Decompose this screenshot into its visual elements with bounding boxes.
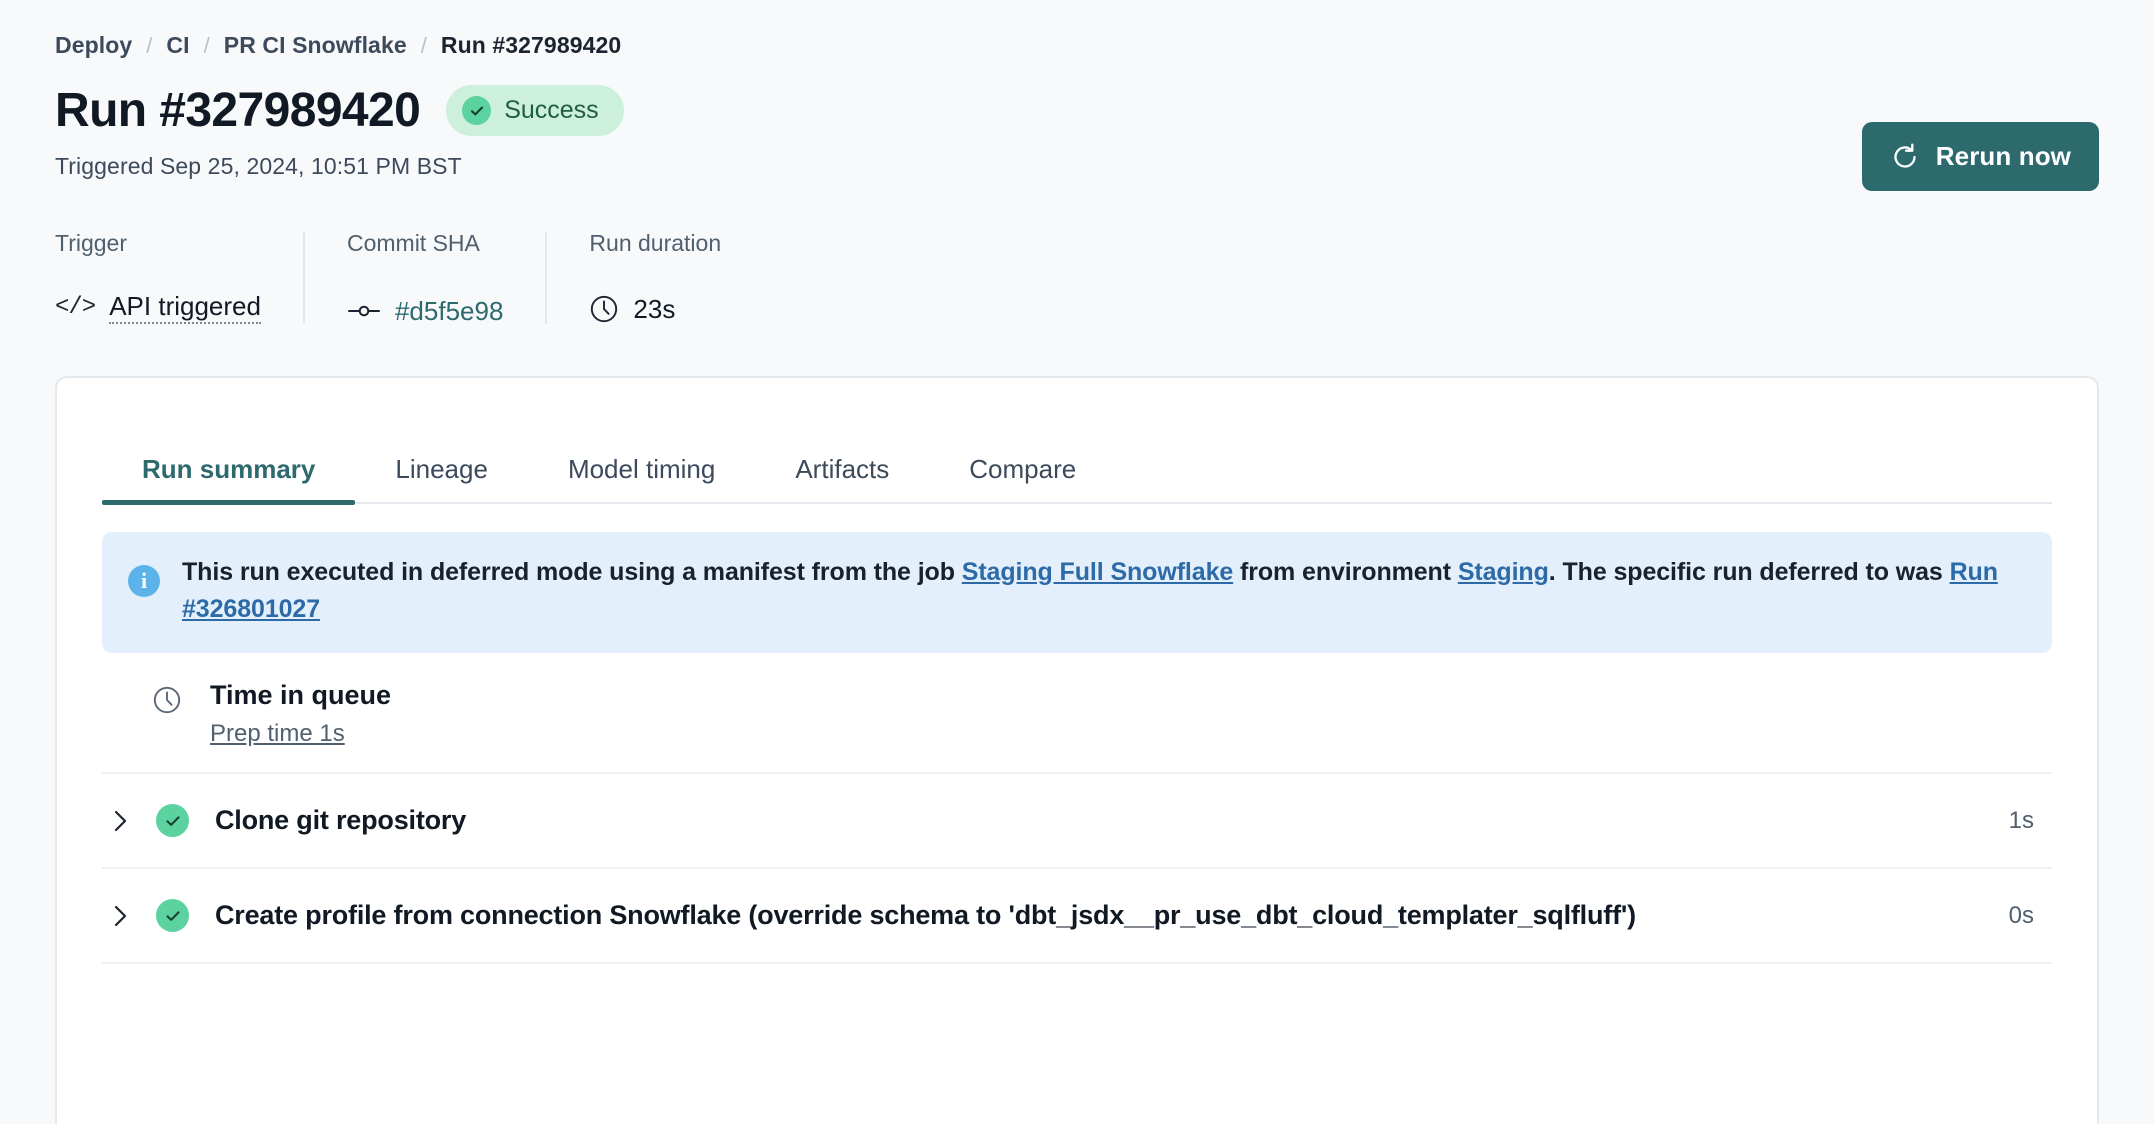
banner-link-4[interactable]: Staging <box>1458 558 1549 586</box>
time-in-queue-row: Time in queue Prep time 1s <box>102 653 2052 774</box>
info-icon: i <box>128 565 160 597</box>
run-stats: Trigger </> API triggered Commit SHA #d5f5e9… <box>55 232 2099 324</box>
stat-label: Trigger <box>55 232 261 255</box>
tab-model-timing[interactable]: Model timing <box>528 456 755 502</box>
breadcrumb-item-2[interactable]: CI <box>166 34 189 57</box>
step-list: Clone git repository 1s Create profile fro… <box>102 774 2052 964</box>
code-icon: </> <box>55 296 95 320</box>
status-badge-label: Success <box>504 98 598 123</box>
stat-value: </> API triggered <box>55 293 261 324</box>
triggered-timestamp: Triggered Sep 25, 2024, 10:51 PM BST <box>55 153 2099 180</box>
stat-value: #d5f5e98 <box>347 298 503 324</box>
commit-icon <box>347 300 381 322</box>
step-row[interactable]: Clone git repository 1s <box>102 774 2052 869</box>
stat-value: 23s <box>589 294 721 324</box>
deferred-mode-banner: i This run executed in deferred mode usi… <box>102 532 2052 653</box>
clock-icon <box>152 685 182 720</box>
tab-artifacts[interactable]: Artifacts <box>755 456 929 502</box>
rerun-icon <box>1890 142 1920 172</box>
breadcrumb-item-4: Run #327989420 <box>441 34 621 57</box>
breadcrumb-separator: / <box>204 35 210 57</box>
stat-label: Run duration <box>589 232 721 255</box>
page-title: Run #327989420 <box>55 85 420 137</box>
stat-value-text: 23s <box>633 296 675 322</box>
prep-time-link[interactable]: Prep time 1s <box>210 720 345 748</box>
tab-lineage[interactable]: Lineage <box>355 456 528 502</box>
chevron-right-icon[interactable] <box>102 903 156 929</box>
step-row[interactable]: Create profile from connection Snowflake… <box>102 869 2052 964</box>
success-check-icon <box>156 804 189 837</box>
rerun-now-button[interactable]: Rerun now <box>1862 122 2099 191</box>
rerun-now-label: Rerun now <box>1936 141 2071 172</box>
step-duration: 0s <box>2009 902 2052 930</box>
deferred-mode-banner-text: This run executed in deferred mode using… <box>182 554 2026 629</box>
banner-text-fragment: This run executed in deferred mode using… <box>182 558 962 586</box>
stat-label: Commit SHA <box>347 232 503 255</box>
tab-run-summary[interactable]: Run summary <box>102 456 355 502</box>
time-in-queue-title: Time in queue <box>210 679 391 711</box>
run-detail-page: Deploy / CI / PR CI Snowflake / Run #327989420… <box>0 0 2154 1124</box>
breadcrumb-separator: / <box>421 35 427 57</box>
stat-trigger: Trigger </> API triggered <box>55 232 303 324</box>
clock-icon <box>589 294 619 324</box>
banner-link-2[interactable]: Staging Full Snowflake <box>962 558 1233 586</box>
breadcrumb-item-1[interactable]: Deploy <box>55 34 132 57</box>
breadcrumb-separator: / <box>146 35 152 57</box>
stat-commit-sha: Commit SHA #d5f5e98 <box>303 232 545 324</box>
success-check-icon <box>462 96 491 125</box>
tab-bar: Run summaryLineageModel timingArtifactsC… <box>102 378 2052 504</box>
chevron-right-icon[interactable] <box>102 808 156 834</box>
page-title-row: Run #327989420 Success <box>55 85 2099 137</box>
status-badge: Success <box>446 85 623 136</box>
run-detail-card: Run summaryLineageModel timingArtifactsC… <box>55 376 2099 1124</box>
breadcrumb-item-3[interactable]: PR CI Snowflake <box>224 34 407 57</box>
step-duration: 1s <box>2009 807 2052 835</box>
stat-value-text[interactable]: API triggered <box>109 293 261 324</box>
banner-text-fragment: . The specific run deferred to was <box>1549 558 1950 586</box>
step-label: Create profile from connection Snowflake… <box>215 900 1636 931</box>
success-check-icon <box>156 899 189 932</box>
tab-compare[interactable]: Compare <box>929 456 1116 502</box>
banner-text-fragment: from environment <box>1233 558 1458 586</box>
stat-value-text[interactable]: #d5f5e98 <box>395 298 503 324</box>
breadcrumb: Deploy / CI / PR CI Snowflake / Run #327989420 <box>55 0 2099 57</box>
step-label: Clone git repository <box>215 805 466 836</box>
stat-run-duration: Run duration 23s <box>545 232 763 324</box>
